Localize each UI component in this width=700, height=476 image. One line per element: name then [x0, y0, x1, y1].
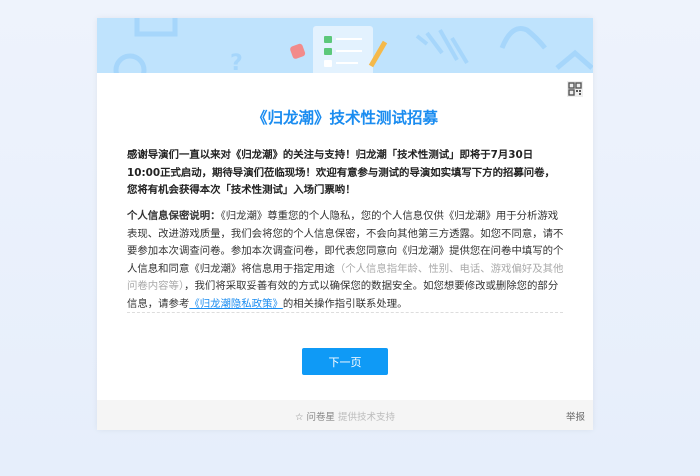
brand: ☆ 问卷星 提供技术支持 [97, 409, 593, 423]
report-link[interactable]: 举报 [566, 409, 585, 423]
banner-illustration: ? [113, 18, 593, 73]
privacy-label: 个人信息保密说明： [127, 210, 221, 222]
page-title: 《归龙潮》技术性测试招募 [251, 109, 438, 127]
divider [127, 312, 563, 313]
survey-card: ? 《归龙潮》技术性测试招募 感谢导演们一直以来对《归龙潮》的关注与支持！归龙潮… [97, 18, 593, 430]
footer: ☆ 问卷星 提供技术支持 举报 [97, 400, 593, 430]
privacy-policy-link[interactable]: 《归龙潮隐私政策》 [189, 298, 283, 310]
support-text: 提供技术支持 [338, 412, 396, 423]
header-banner: ? [97, 18, 593, 73]
star-icon: ☆ [294, 412, 304, 423]
privacy-notice: 个人信息保密说明：《归龙潮》尊重您的个人隐私，您的个人信息仅供《归龙潮》用于分析… [127, 208, 565, 313]
brand-name[interactable]: 问卷星 [307, 412, 336, 423]
intro-text: 感谢导演们一直以来对《归龙潮》的关注与支持！归龙潮「技术性测试」即将于7月30日… [127, 149, 555, 196]
next-page-button[interactable]: 下一页 [302, 348, 388, 375]
qr-code-icon[interactable] [567, 81, 583, 97]
svg-text:?: ? [230, 51, 243, 73]
privacy-text-3: 的相关操作指引联系处理。 [282, 297, 408, 310]
